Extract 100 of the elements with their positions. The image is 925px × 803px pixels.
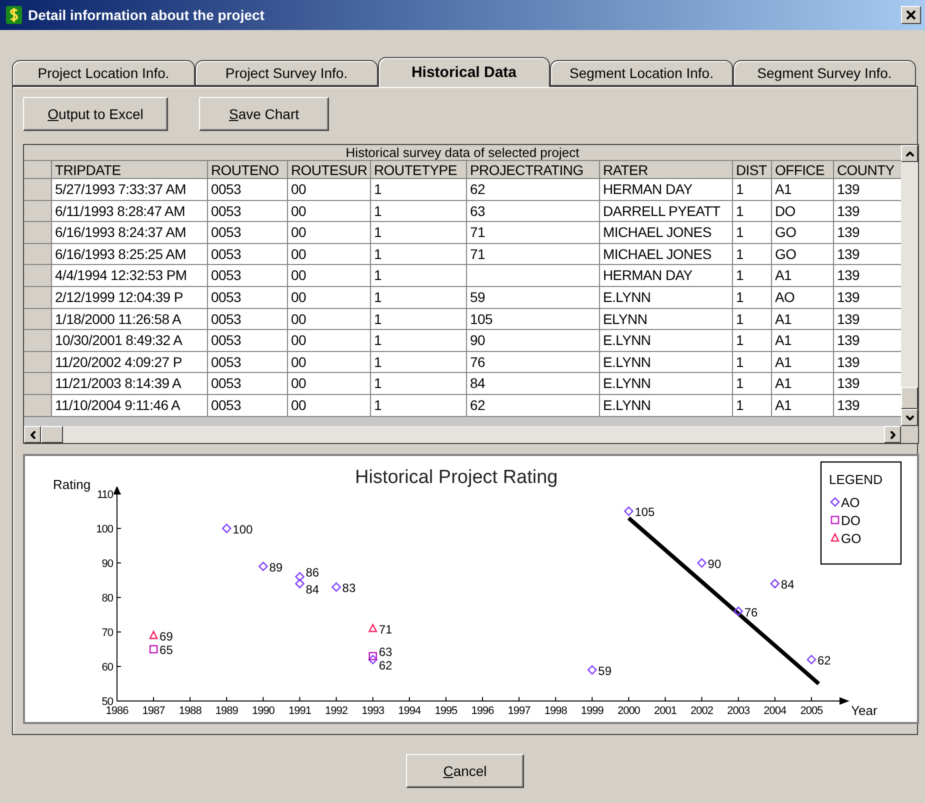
table-cell: HERMAN DAY: [600, 265, 733, 287]
diamond-marker: [587, 665, 598, 675]
table-cell: 00: [288, 244, 371, 266]
row-header[interactable]: [24, 200, 52, 222]
tab[interactable]: Historical Data: [378, 57, 550, 87]
table-cell: 62: [467, 394, 600, 417]
column-header[interactable]: COUNTY: [834, 161, 901, 179]
table-cell: 84: [467, 373, 600, 395]
table-cell: 11/10/2004 9:11:46 A: [52, 394, 208, 417]
x-tick-label: 1995: [434, 705, 458, 717]
scroll-thumb[interactable]: [41, 426, 63, 443]
row-header[interactable]: [24, 265, 52, 287]
column-header[interactable]: PROJECTRATING: [467, 161, 600, 179]
x-tick-label: 1988: [178, 705, 202, 717]
tab[interactable]: Segment Survey Info.: [733, 60, 916, 86]
column-header[interactable]: RATER: [600, 161, 733, 179]
table-cell: 00: [288, 265, 371, 287]
close-icon: [906, 10, 916, 20]
column-header[interactable]: TRIPDATE: [52, 161, 208, 179]
legend-label: DO: [841, 513, 860, 528]
table-cell: 1: [371, 352, 467, 374]
table-cell: 00: [288, 286, 371, 309]
table-cell: 10/30/2001 8:49:32 A: [52, 330, 208, 352]
horizontal-scrollbar[interactable]: [24, 426, 901, 443]
x-tick-label: 2000: [617, 705, 640, 717]
tab[interactable]: Project Survey Info.: [195, 60, 378, 86]
table-cell: A1: [772, 373, 834, 395]
scroll-thumb[interactable]: [901, 387, 918, 409]
table-cell: 1: [733, 265, 772, 287]
tab[interactable]: Project Location Info.: [12, 60, 195, 86]
close-button[interactable]: [901, 6, 921, 24]
x-tick-label: 1997: [508, 705, 530, 717]
vertical-scrollbar[interactable]: [901, 145, 918, 426]
column-header[interactable]: ROUTETYPE: [371, 161, 467, 179]
data-label: 105: [634, 505, 655, 520]
row-header[interactable]: [24, 222, 52, 244]
table-cell: 0053: [208, 373, 288, 395]
table-cell: 00: [288, 373, 371, 395]
table-cell: 1: [371, 330, 467, 352]
table-cell: E.LYNN: [600, 394, 733, 417]
table-cell: 00: [288, 308, 371, 330]
tab[interactable]: Segment Location Info.: [550, 60, 733, 86]
table-cell: 1: [733, 244, 772, 266]
legend-label: AO: [841, 495, 860, 510]
table-cell: 0053: [208, 330, 288, 352]
table-cell: 1: [371, 308, 467, 330]
x-tick-label: 1999: [580, 705, 604, 717]
table-cell: 1/18/2000 11:26:58 A: [52, 308, 208, 330]
table-cell: 00: [288, 200, 371, 222]
table-cell: MICHAEL JONES: [600, 244, 733, 266]
table-cell: GO: [772, 222, 834, 244]
x-tick-label: 1996: [471, 705, 494, 717]
row-header[interactable]: [24, 330, 52, 352]
data-label: 84: [306, 582, 320, 597]
table-cell: ELYNN: [600, 308, 733, 330]
legend-title: LEGEND: [829, 472, 882, 487]
data-label: 84: [780, 578, 794, 592]
save-button[interactable]: Save Chart: [199, 97, 329, 131]
row-header[interactable]: [24, 244, 52, 266]
triangle-marker: [368, 623, 378, 632]
y-tick-label: 70: [102, 626, 113, 639]
data-label: 100: [232, 522, 253, 536]
table-cell: 1: [371, 222, 467, 244]
y-tick-label: 60: [102, 661, 113, 674]
table-cell: A1: [772, 265, 834, 287]
export-button[interactable]: Output to Excel: [23, 97, 168, 131]
row-header[interactable]: [24, 179, 52, 201]
table-cell: 6/11/1993 8:28:47 AM: [52, 200, 208, 222]
x-tick-label: 1993: [362, 705, 384, 717]
x-tick-label: 2003: [727, 705, 750, 717]
row-header[interactable]: [24, 373, 52, 395]
table-cell: A1: [772, 394, 834, 417]
row-header[interactable]: [24, 308, 52, 330]
table-cell: 139: [834, 265, 901, 287]
table-cell: 00: [288, 352, 371, 374]
row-header[interactable]: [24, 394, 52, 417]
column-header[interactable]: OFFICE: [772, 161, 834, 179]
row-header[interactable]: [24, 352, 52, 374]
data-label: 62: [378, 658, 392, 673]
table-cell: E.LYNN: [600, 286, 733, 309]
grid-caption: Historical survey data of selected project: [24, 145, 901, 161]
table-cell: 0053: [208, 394, 288, 417]
table-cell: 71: [467, 244, 600, 266]
column-header[interactable]: DIST: [733, 161, 772, 179]
table-cell: 139: [834, 179, 901, 201]
table-cell: A1: [772, 308, 834, 330]
dollar-icon: [6, 6, 22, 24]
table-cell: 1: [733, 394, 772, 417]
table-cell: 63: [467, 200, 600, 222]
column-header[interactable]: ROUTESUR: [288, 161, 371, 179]
diamond-marker: [294, 578, 305, 589]
cancel-button[interactable]: Cancel: [406, 754, 524, 788]
table-cell: E.LYNN: [600, 330, 733, 352]
table-cell: 0053: [208, 308, 288, 330]
row-header[interactable]: [24, 286, 52, 309]
table-cell: 1: [371, 244, 467, 266]
diamond-marker: [806, 654, 816, 664]
data-label: 65: [160, 643, 173, 658]
column-header[interactable]: ROUTENO: [208, 161, 288, 179]
table-cell: 1: [371, 200, 467, 222]
